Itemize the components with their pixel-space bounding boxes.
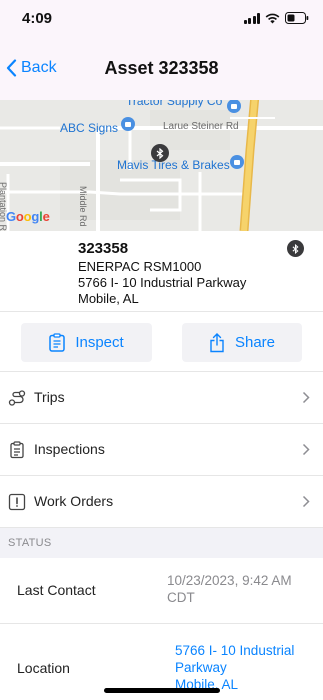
map-pin-abc-signs-icon [121,117,135,131]
share-icon [210,332,224,352]
share-button[interactable]: Share [182,323,302,362]
menu-item-trips[interactable]: Trips [0,372,323,424]
menu-item-work-orders[interactable]: Work Orders [0,476,323,528]
route-icon [8,390,26,406]
map-pin-tractor-supply-icon [227,100,241,113]
map-label-mavis: Mavis Tires & Brakes [117,158,230,172]
status-section-title: STATUS [8,537,52,549]
chevron-right-icon [302,495,310,508]
asset-address-line1: 5766 I- 10 Industrial Parkway [78,275,247,290]
google-logo: Google [6,209,50,224]
menu-item-inspections[interactable]: Inspections [0,424,323,476]
inspect-button-label: Inspect [75,334,124,351]
asset-info-card: 323358 ENERPAC RSM1000 5766 I- 10 Indust… [0,231,323,311]
action-row: Inspect Share [0,311,323,372]
map-label-larue-steiner: Larue Steiner Rd [163,121,239,132]
map-label-tractor-supply: Tractor Supply Co [126,100,223,108]
map-label-middle-rd: Middle Rd [78,186,88,227]
share-button-label: Share [234,334,276,351]
bluetooth-icon [156,147,164,159]
map-label-abc-signs: ABC Signs [60,121,119,135]
location-link-line2: Parkway [175,660,227,675]
map-pin-mavis-icon [230,155,244,169]
menu-item-inspections-label: Inspections [34,441,105,457]
last-contact-value: 10/23/2023, 9:42 AM CDT [167,572,315,606]
chevron-right-icon [302,391,310,404]
status-section-header: STATUS [0,528,323,558]
last-contact-label: Last Contact [17,582,96,598]
location-link-line1: 5766 I- 10 Industrial [175,643,295,658]
inspect-button[interactable]: Inspect [21,323,152,362]
status-bar: 4:09 [0,0,323,40]
asset-location-marker[interactable] [151,144,169,162]
last-contact-value-line2: CDT [167,590,195,605]
home-indicator [104,688,220,693]
status-time: 4:09 [22,10,53,27]
clipboard-icon [10,441,24,459]
page-title: Asset 323358 [104,58,219,78]
location-label: Location [17,660,70,676]
menu-item-work-orders-label: Work Orders [34,493,114,509]
chevron-right-icon [302,443,310,456]
battery-icon [285,12,309,24]
cellular-signal-icon [243,12,260,24]
clipboard-icon [49,333,66,352]
asset-model: ENERPAC RSM1000 [78,259,202,274]
asset-map[interactable]: Tractor Supply Co ABC Signs Larue Steine… [0,100,323,231]
wifi-icon [265,13,280,23]
last-contact-row: Last Contact 10/23/2023, 9:42 AM CDT [0,558,323,624]
asset-id: 323358 [78,240,129,257]
bluetooth-status-icon [287,240,304,257]
status-icons [243,12,310,24]
menu-item-trips-label: Trips [34,389,65,405]
location-link[interactable]: 5766 I- 10 Industrial Parkway Mobile, AL [175,642,323,693]
navigation-bar: Back Asset 323358 [0,40,323,100]
alert-square-icon [8,493,26,511]
asset-address-line2: Mobile, AL [78,291,139,306]
last-contact-value-line1: 10/23/2023, 9:42 AM [167,573,292,588]
